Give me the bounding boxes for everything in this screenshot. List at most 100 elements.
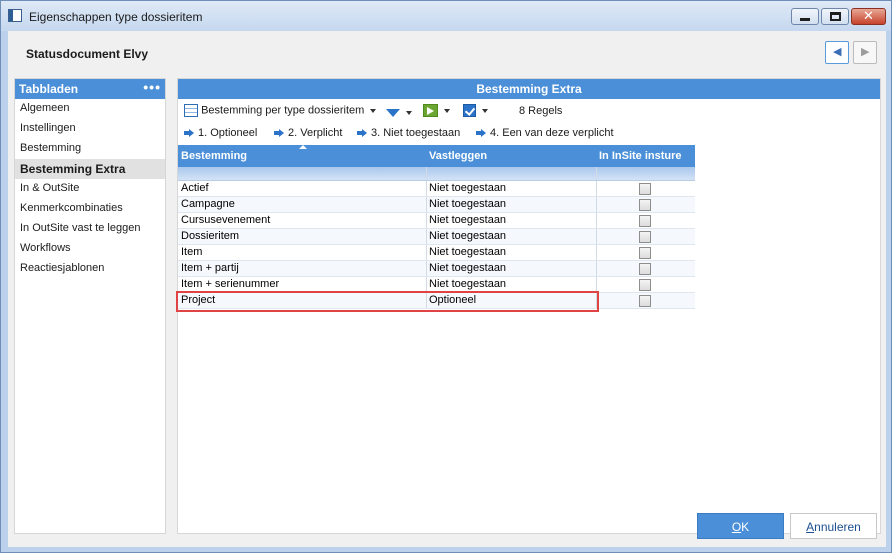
title-bar[interactable]: Eigenschappen type dossieritem ✕ [1,1,891,31]
legend-label: 2. Verplicht [288,127,343,139]
minimize-button[interactable] [791,8,819,25]
panel-title: Bestemming Extra [178,79,880,99]
sidebar-item-instellingen[interactable]: Instellingen [15,119,165,139]
cell-bestemming: Project [181,294,216,306]
view-selector-label: Bestemming per type dossieritem [201,104,365,117]
tabs-sidebar: Tabbladen ••• Algemeen Instellingen Best… [14,78,166,534]
export-button[interactable] [423,104,451,117]
app-icon [8,9,22,22]
cell-vastleggen[interactable]: Niet toegestaan [426,230,596,242]
legend-niet-toegestaan: 3. Niet toegestaan [357,127,460,139]
chevron-down-icon [482,108,489,113]
previous-button[interactable]: ◀ [825,41,849,64]
table-row[interactable]: Item + partij Niet toegestaan [178,261,695,277]
row-count: 8 Regels [519,105,563,117]
cell-bestemming: Item + partij [181,262,239,274]
table-header: Bestemming Vastleggen In InSite insture [178,145,695,167]
legend-label: 1. Optioneel [198,127,258,139]
export-arrow-icon [423,104,438,117]
insite-checkbox[interactable] [639,247,651,259]
cell-bestemming: Item + serienummer [181,278,280,290]
bestemming-table: Bestemming Vastleggen In InSite insture … [176,145,695,312]
legend-label: 3. Niet toegestaan [371,127,461,139]
cell-bestemming: Campagne [181,198,235,210]
table-row[interactable]: Item Niet toegestaan [178,245,695,261]
minimize-icon [800,18,810,21]
insite-checkbox[interactable] [639,183,651,195]
arrow-right-icon [274,129,284,138]
grid-view-icon [184,104,198,117]
insite-checkbox[interactable] [639,263,651,275]
close-button[interactable]: ✕ [851,8,886,25]
legend-label: 4. Een van deze verplicht [490,127,614,139]
cell-vastleggen[interactable]: Niet toegestaan [426,182,596,194]
chevron-down-icon [370,108,377,113]
close-icon: ✕ [863,9,874,24]
ok-button[interactable]: OK [697,513,784,539]
column-divider [426,293,427,308]
column-divider [426,197,427,212]
sidebar-item-in-outsite[interactable]: In & OutSite [15,179,165,199]
legend-verplicht: 2. Verplicht [274,127,342,139]
column-divider [426,167,427,180]
column-header-bestemming[interactable]: Bestemming [178,145,250,167]
chevron-down-icon [406,111,413,116]
column-divider [426,245,427,260]
table-row[interactable]: Actief Niet toegestaan [178,181,695,197]
table-row[interactable]: Cursusevenement Niet toegestaan [178,213,695,229]
insite-checkbox[interactable] [639,231,651,243]
dialog-header: Statusdocument Elvy ◀ ▶ [8,31,886,76]
table-row[interactable]: Campagne Niet toegestaan [178,197,695,213]
column-divider [426,229,427,244]
table-row[interactable]: Item + serienummer Niet toegestaan [178,277,695,293]
cell-vastleggen[interactable]: Niet toegestaan [426,278,596,290]
cell-bestemming: Cursusevenement [181,214,271,226]
cell-vastleggen[interactable]: Niet toegestaan [426,246,596,258]
cancel-button[interactable]: Annuleren [790,513,877,539]
column-header-insite[interactable]: In InSite insture [596,145,685,167]
main-panel: Bestemming Extra Bestemming per type dos… [176,78,881,534]
sort-ascending-icon [299,145,307,149]
column-divider [426,213,427,228]
more-options-icon[interactable]: ••• [143,79,161,95]
view-selector[interactable]: Bestemming per type dossieritem [184,104,377,117]
sidebar-item-outsite-vastleggen[interactable]: In OutSite vast te leggen [15,219,165,239]
insite-checkbox[interactable] [639,295,651,307]
table-row[interactable]: Dossieritem Niet toegestaan [178,229,695,245]
insite-checkbox[interactable] [639,279,651,291]
column-divider [596,181,597,196]
sidebar-item-algemeen[interactable]: Algemeen [15,99,165,119]
cell-vastleggen[interactable]: Niet toegestaan [426,198,596,210]
toolbar: Bestemming per type dossieritem 8 Regels [178,101,878,123]
maximize-button[interactable] [821,8,849,25]
maximize-icon [830,12,841,21]
chevron-left-icon: ◀ [833,45,842,58]
sidebar-title: Tabbladen [19,82,79,96]
column-divider [596,197,597,212]
filter-row[interactable] [178,167,695,181]
table-row[interactable]: Project Optioneel [178,293,695,309]
insite-checkbox[interactable] [639,199,651,211]
legend-bar: 1. Optioneel 2. Verplicht 3. Niet toeges… [178,124,878,144]
table-body: Actief Niet toegestaan Campagne Niet toeges… [178,181,695,309]
sidebar-item-kenmerkcombinaties[interactable]: Kenmerkcombinaties [15,199,165,219]
document-title: Statusdocument Elvy [26,47,149,61]
column-divider [426,277,427,292]
sidebar-item-bestemming[interactable]: Bestemming [15,139,165,159]
column-header-vastleggen[interactable]: Vastleggen [426,145,490,167]
filter-button[interactable] [386,107,413,119]
select-button[interactable] [463,104,489,117]
column-divider [596,167,597,180]
insite-checkbox[interactable] [639,215,651,227]
cell-vastleggen[interactable]: Optioneel [426,294,596,306]
cell-bestemming: Actief [181,182,209,194]
legend-optioneel: 1. Optioneel [184,127,257,139]
cell-vastleggen[interactable]: Niet toegestaan [426,262,596,274]
next-button[interactable]: ▶ [853,41,877,64]
cell-vastleggen[interactable]: Niet toegestaan [426,214,596,226]
sidebar-item-reactiesjablonen[interactable]: Reactiesjablonen [15,259,165,279]
sidebar-item-bestemming-extra[interactable]: Bestemming Extra [15,159,165,179]
sidebar-item-workflows[interactable]: Workflows [15,239,165,259]
arrow-right-icon [357,129,367,138]
column-divider [426,261,427,276]
